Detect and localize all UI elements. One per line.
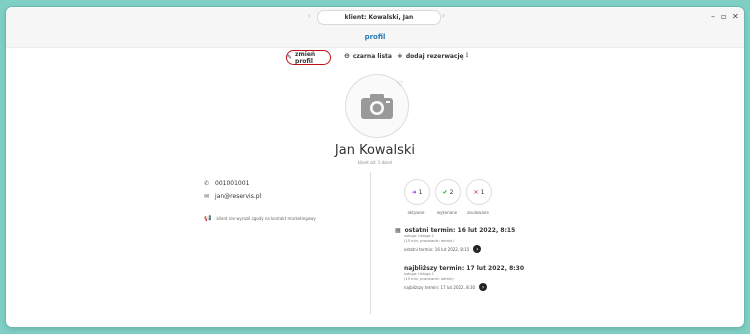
favorite-icon[interactable]: ♡ bbox=[397, 80, 403, 88]
prev-arrow-icon[interactable]: ‹ bbox=[308, 12, 311, 20]
title-bar: ‹ klient: Kowalski, Jan › – ▫ ✕ bbox=[6, 7, 744, 27]
last-appointment: ▦ ostatni termin: 16 lut 2022, 8:15 usłu… bbox=[395, 227, 516, 253]
close-button[interactable]: ✕ bbox=[732, 12, 739, 21]
change-profile-label: zmień profil bbox=[295, 50, 316, 65]
pencil-icon: ✎ bbox=[287, 54, 293, 61]
arrow-right-icon[interactable]: › bbox=[479, 283, 488, 291]
next-appointment-link-text: najbliższy termin: 17 lut 2022, 8:30 bbox=[404, 284, 476, 290]
phone-icon: ✆ bbox=[204, 180, 210, 187]
check-icon: ✔ bbox=[442, 188, 448, 196]
maximize-button[interactable]: ▫ bbox=[721, 12, 726, 21]
camera-icon bbox=[361, 94, 393, 119]
phone-row: ✆ 001001001 bbox=[204, 180, 249, 187]
next-appointment-title: najbliższy termin: 17 lut 2022, 8:30 bbox=[404, 265, 525, 272]
stat-done-value: 2 bbox=[449, 188, 454, 196]
more-options-button[interactable]: ⋮ bbox=[464, 52, 470, 59]
stat-cancelled[interactable]: ✕ 1 bbox=[466, 179, 492, 205]
client-since: klient od: 1 dzień bbox=[357, 160, 393, 165]
x-icon: ✕ bbox=[473, 188, 479, 196]
client-name: Jan Kowalski bbox=[334, 143, 416, 158]
stat-done[interactable]: ✔ 2 bbox=[435, 179, 461, 205]
next-arrow-icon[interactable]: › bbox=[442, 12, 445, 20]
tab-profil[interactable]: profil bbox=[6, 33, 744, 41]
last-appointment-link[interactable]: ostatni termin: 16 lut 2022, 8:15 › bbox=[404, 245, 515, 253]
vertical-divider bbox=[370, 172, 371, 314]
plus-icon: + bbox=[397, 52, 403, 60]
arrow-icon: ➜ bbox=[411, 188, 417, 196]
mail-icon: ✉ bbox=[204, 193, 210, 200]
add-reservation-label: dodaj rezerwację bbox=[405, 52, 464, 60]
stat-cancelled-label: anulowane bbox=[467, 210, 489, 215]
more-icon: ⋮ bbox=[464, 52, 470, 59]
stat-done-label: wykonane bbox=[436, 210, 458, 215]
blacklist-button[interactable]: ⊖ czarna lista bbox=[344, 52, 392, 60]
stat-active-label: aktywne bbox=[407, 210, 425, 215]
change-profile-button[interactable]: ✎ zmień profil bbox=[286, 50, 331, 65]
last-appointment-details: (15 min, pracownik: admin) bbox=[404, 239, 454, 243]
stat-active[interactable]: ➜ 1 bbox=[404, 179, 430, 205]
last-appointment-title: ostatni termin: 16 lut 2022, 8:15 bbox=[404, 227, 516, 234]
next-appointment: najbliższy termin: 17 lut 2022, 8:30 usł… bbox=[404, 265, 524, 291]
phone-value[interactable]: 001001001 bbox=[215, 180, 249, 187]
megaphone-icon: 📢 bbox=[204, 215, 212, 222]
block-icon: ⊖ bbox=[344, 52, 350, 60]
email-value[interactable]: jan@reservis.pl bbox=[215, 193, 261, 200]
arrow-right-icon[interactable]: › bbox=[473, 245, 482, 253]
tab-bar: profil bbox=[6, 27, 744, 48]
calendar-icon: ▦ bbox=[395, 227, 401, 234]
client-window: ‹ klient: Kowalski, Jan › – ▫ ✕ profil ✎… bbox=[6, 7, 744, 327]
blacklist-label: czarna lista bbox=[352, 52, 392, 60]
marketing-consent: 📢 klient nie wyraził zgody na kontakt ma… bbox=[204, 215, 316, 222]
action-bar: ✎ zmień profil ⊖ czarna lista + dodaj re… bbox=[6, 49, 744, 67]
stat-cancelled-value: 1 bbox=[480, 188, 485, 196]
last-appointment-link-text: ostatni termin: 16 lut 2022, 8:15 bbox=[404, 246, 470, 252]
stat-active-value: 1 bbox=[418, 188, 423, 196]
add-reservation-button[interactable]: + dodaj rezerwację bbox=[397, 52, 464, 60]
next-appointment-link[interactable]: najbliższy termin: 17 lut 2022, 8:30 › bbox=[404, 283, 524, 291]
marketing-text: klient nie wyraził zgody na kontakt mark… bbox=[216, 216, 316, 221]
window-title: klient: Kowalski, Jan bbox=[317, 10, 441, 25]
email-row: ✉ jan@reservis.pl bbox=[204, 193, 261, 200]
minimize-button[interactable]: – bbox=[711, 12, 715, 21]
next-appointment-details: (15 min, pracownik: admin) bbox=[404, 277, 454, 281]
